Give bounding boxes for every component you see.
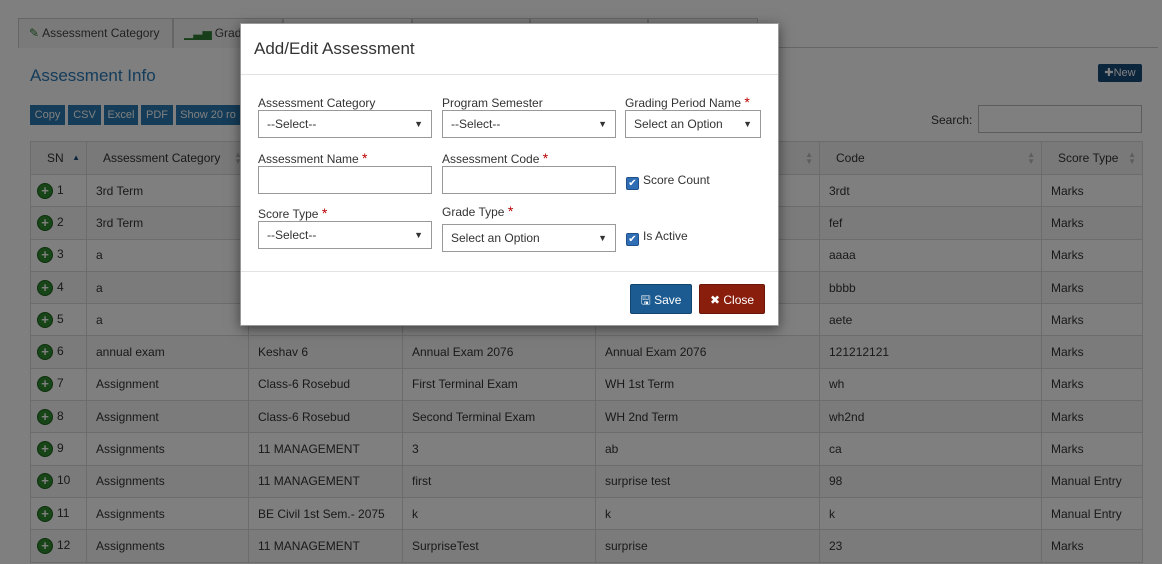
close-icon: ✖: [709, 293, 721, 307]
caret-down-icon: ▼: [414, 119, 423, 129]
modal-footer: 🖫 Save ✖ Close: [241, 271, 778, 325]
score-count-checkbox[interactable]: ✔ Score Count: [626, 173, 710, 190]
required-marker: *: [362, 150, 368, 166]
floppy-disk-icon: 🖫: [640, 293, 651, 307]
required-marker: *: [744, 94, 750, 110]
close-button[interactable]: ✖ Close: [699, 284, 765, 314]
assessment-code-label: Assessment Code *: [442, 150, 549, 166]
add-edit-assessment-modal: Add/Edit Assessment Assessment Category …: [240, 23, 779, 326]
assessment-code-input[interactable]: [442, 166, 616, 194]
caret-down-icon: ▼: [598, 119, 607, 129]
program-semester-label: Program Semester: [442, 96, 543, 110]
grading-period-select[interactable]: Select an Option ▼: [625, 110, 761, 138]
assessment-category-select[interactable]: --Select-- ▼: [258, 110, 432, 138]
required-marker: *: [507, 203, 514, 219]
checkmark-icon: ✔: [626, 233, 639, 246]
assessment-name-label: Assessment Name *: [258, 150, 368, 166]
required-marker: *: [321, 205, 328, 221]
program-semester-select[interactable]: --Select-- ▼: [442, 110, 616, 138]
is-active-checkbox[interactable]: ✔ Is Active: [626, 229, 688, 246]
score-type-select[interactable]: --Select-- ▼: [258, 221, 432, 249]
caret-down-icon: ▼: [743, 119, 752, 129]
checkmark-icon: ✔: [626, 177, 639, 190]
grading-period-label: Grading Period Name *: [625, 94, 750, 110]
save-button[interactable]: 🖫 Save: [630, 284, 692, 314]
score-type-label: Score Type *: [258, 205, 328, 221]
caret-down-icon: ▼: [598, 233, 607, 243]
grade-type-select[interactable]: Select an Option ▼: [442, 224, 616, 252]
caret-down-icon: ▼: [414, 230, 423, 240]
required-marker: *: [542, 150, 549, 166]
modal-title: Add/Edit Assessment: [254, 39, 415, 58]
modal-header: Add/Edit Assessment: [241, 24, 778, 75]
grade-type-label: Grade Type *: [442, 203, 514, 219]
assessment-name-input[interactable]: [258, 166, 432, 194]
assessment-category-label: Assessment Category: [258, 96, 376, 110]
